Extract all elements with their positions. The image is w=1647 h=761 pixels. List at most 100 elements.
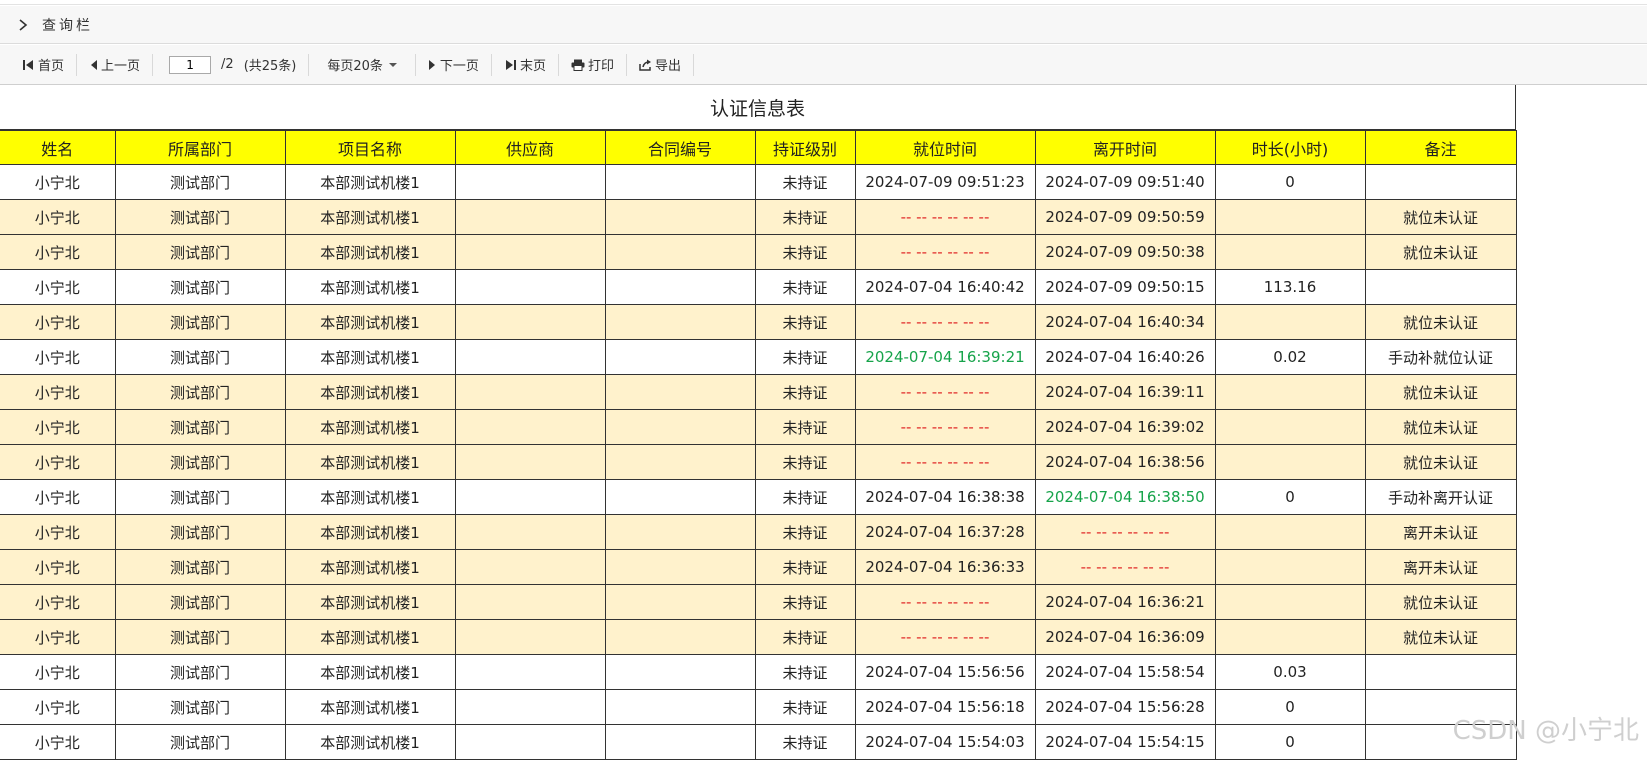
cell-leave-time: 2024-07-04 16:36:09 bbox=[1034, 619, 1216, 655]
caret-down-icon bbox=[388, 62, 397, 67]
cell-leave-time: 2024-07-04 15:54:15 bbox=[1034, 724, 1216, 760]
cell-supplier bbox=[454, 409, 606, 445]
cell-name: 小宁北 bbox=[0, 514, 116, 550]
cell-leave-time: 2024-07-09 09:50:38 bbox=[1034, 234, 1216, 270]
cell-leave-time: 2024-07-04 15:58:54 bbox=[1034, 654, 1216, 690]
cell-arrive-time: 2024-07-04 16:38:38 bbox=[854, 479, 1036, 515]
cell-note: 就位未认证 bbox=[1364, 374, 1517, 410]
cell-name: 小宁北 bbox=[0, 584, 116, 620]
per-page-select[interactable]: 每页20条 bbox=[313, 53, 411, 77]
table-row: 小宁北 测试部门 本部测试机楼1 未持证 2024-07-04 15:54:03 2024… bbox=[0, 724, 1517, 760]
cell-department: 测试部门 bbox=[114, 374, 286, 410]
first-page-label: 首页 bbox=[38, 59, 65, 74]
column-header: 离开时间 bbox=[1034, 130, 1216, 165]
column-header: 供应商 bbox=[454, 130, 606, 165]
first-page-button[interactable]: 首页 bbox=[14, 53, 72, 77]
pagination-toolbar: 首页 上一页 /2 (共25条) 每页20条 下一页 末页 打印 导出 bbox=[0, 45, 1647, 85]
cell-duration bbox=[1214, 304, 1366, 340]
cell-project: 本部测试机楼1 bbox=[284, 269, 456, 305]
cell-supplier bbox=[454, 164, 606, 200]
cell-note bbox=[1364, 164, 1517, 200]
table-row: 小宁北 测试部门 本部测试机楼1 未持证 -- -- -- -- -- -- 2024-0… bbox=[0, 619, 1517, 655]
cell-duration: 0.03 bbox=[1214, 654, 1366, 690]
export-button[interactable]: 导出 bbox=[631, 53, 689, 77]
cell-department: 测试部门 bbox=[114, 584, 286, 620]
cell-name: 小宁北 bbox=[0, 444, 116, 480]
column-header: 项目名称 bbox=[284, 130, 456, 165]
cell-supplier bbox=[454, 199, 606, 235]
cell-cert-level: 未持证 bbox=[754, 514, 856, 550]
cell-arrive-time: -- -- -- -- -- -- bbox=[854, 444, 1036, 480]
cell-cert-level: 未持证 bbox=[754, 234, 856, 270]
cell-leave-time: 2024-07-04 16:38:56 bbox=[1034, 444, 1216, 480]
cell-leave-time: 2024-07-04 16:36:21 bbox=[1034, 584, 1216, 620]
cell-supplier bbox=[454, 269, 606, 305]
page-total: /2 bbox=[221, 57, 234, 72]
cell-project: 本部测试机楼1 bbox=[284, 164, 456, 200]
column-header: 姓名 bbox=[0, 130, 116, 165]
toolbar-divider bbox=[692, 53, 694, 76]
last-page-icon bbox=[505, 59, 516, 70]
cell-contract bbox=[604, 339, 756, 375]
first-page-icon bbox=[23, 59, 33, 70]
cell-supplier bbox=[454, 479, 606, 515]
table-header-row: 姓名 所属部门 项目名称 供应商 合同编号 持证级别 就位时间 离开时间 时长(小时) 备注 bbox=[0, 130, 1517, 165]
cell-department: 测试部门 bbox=[114, 164, 286, 200]
cell-contract bbox=[604, 234, 756, 270]
cell-arrive-time: 2024-07-04 16:36:33 bbox=[854, 549, 1036, 585]
chevron-right-icon[interactable] bbox=[16, 18, 30, 32]
page-number-input[interactable] bbox=[169, 55, 212, 74]
cell-department: 测试部门 bbox=[114, 234, 286, 270]
cell-cert-level: 未持证 bbox=[754, 549, 856, 585]
cell-note: 离开未认证 bbox=[1364, 549, 1517, 585]
printer-icon bbox=[571, 59, 585, 71]
toolbar-divider bbox=[414, 53, 416, 76]
cell-cert-level: 未持证 bbox=[754, 444, 856, 480]
cell-note: 就位未认证 bbox=[1364, 444, 1517, 480]
query-bar[interactable]: 查询栏 bbox=[0, 6, 1647, 44]
cell-contract bbox=[604, 479, 756, 515]
cell-note: 就位未认证 bbox=[1364, 619, 1517, 655]
next-page-button[interactable]: 下一页 bbox=[420, 53, 487, 77]
cell-leave-time: 2024-07-04 16:38:50 bbox=[1034, 479, 1216, 515]
cell-project: 本部测试机楼1 bbox=[284, 304, 456, 340]
table-row: 小宁北 测试部门 本部测试机楼1 未持证 2024-07-04 15:56:56 2024… bbox=[0, 654, 1517, 690]
toolbar-divider bbox=[557, 53, 559, 76]
cell-note bbox=[1364, 269, 1517, 305]
print-button[interactable]: 打印 bbox=[563, 53, 622, 77]
table-row: 小宁北 测试部门 本部测试机楼1 未持证 2024-07-09 09:51:23 2024… bbox=[0, 164, 1517, 200]
cell-note: 就位未认证 bbox=[1364, 234, 1517, 270]
cell-arrive-time: 2024-07-04 16:40:42 bbox=[854, 269, 1036, 305]
cell-department: 测试部门 bbox=[114, 514, 286, 550]
cell-cert-level: 未持证 bbox=[754, 199, 856, 235]
cell-name: 小宁北 bbox=[0, 339, 116, 375]
cell-duration bbox=[1214, 619, 1366, 655]
cell-arrive-time: -- -- -- -- -- -- bbox=[854, 374, 1036, 410]
cell-duration bbox=[1214, 234, 1366, 270]
cell-supplier bbox=[454, 234, 606, 270]
table-row: 小宁北 测试部门 本部测试机楼1 未持证 2024-07-04 16:37:28 -- -… bbox=[0, 514, 1517, 550]
cell-cert-level: 未持证 bbox=[754, 619, 856, 655]
cell-arrive-time: -- -- -- -- -- -- bbox=[854, 234, 1036, 270]
toolbar-divider bbox=[490, 53, 492, 76]
cell-duration bbox=[1214, 584, 1366, 620]
cell-name: 小宁北 bbox=[0, 549, 116, 585]
cell-contract bbox=[604, 269, 756, 305]
cell-arrive-time: -- -- -- -- -- -- bbox=[854, 619, 1036, 655]
column-header: 所属部门 bbox=[114, 130, 286, 165]
cell-cert-level: 未持证 bbox=[754, 269, 856, 305]
cell-note: 就位未认证 bbox=[1364, 409, 1517, 445]
table-row: 小宁北 测试部门 本部测试机楼1 未持证 -- -- -- -- -- -- 2024-0… bbox=[0, 374, 1517, 410]
cell-contract bbox=[604, 549, 756, 585]
cell-project: 本部测试机楼1 bbox=[284, 444, 456, 480]
table-row: 小宁北 测试部门 本部测试机楼1 未持证 -- -- -- -- -- -- 2024-0… bbox=[0, 409, 1517, 445]
last-page-button[interactable]: 末页 bbox=[496, 53, 554, 77]
cell-project: 本部测试机楼1 bbox=[284, 339, 456, 375]
cell-department: 测试部门 bbox=[114, 619, 286, 655]
cell-contract bbox=[604, 689, 756, 725]
cell-contract bbox=[604, 444, 756, 480]
column-header: 时长(小时) bbox=[1214, 130, 1366, 165]
cell-supplier bbox=[454, 304, 606, 340]
toolbar-divider bbox=[308, 53, 310, 76]
prev-page-button[interactable]: 上一页 bbox=[81, 53, 148, 77]
